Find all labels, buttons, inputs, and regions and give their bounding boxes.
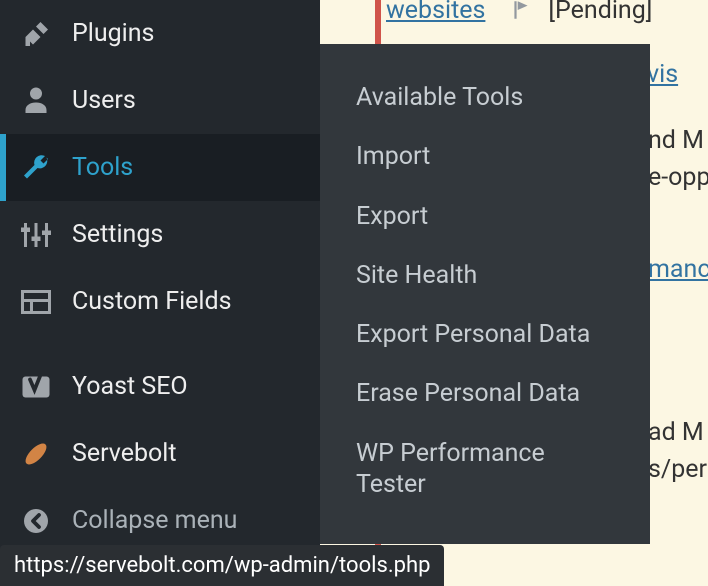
- browser-status-bar: https://servebolt.com/wp-admin/tools.php: [0, 545, 444, 586]
- user-icon: [18, 83, 54, 119]
- submenu-item-available-tools[interactable]: Available Tools: [320, 68, 650, 127]
- sidebar-item-label: Settings: [72, 220, 163, 249]
- wrench-icon: [18, 150, 54, 186]
- sidebar-item-label: Yoast SEO: [72, 372, 188, 401]
- submenu-item-site-health[interactable]: Site Health: [320, 246, 650, 305]
- websites-link[interactable]: websites: [386, 0, 485, 25]
- content-fragment: websites [Pending]: [386, 0, 652, 25]
- submenu-item-erase-personal-data[interactable]: Erase Personal Data: [320, 364, 650, 423]
- status-bar-url: https://servebolt.com/wp-admin/tools.php: [14, 553, 430, 578]
- sidebar-item-label: Plugins: [72, 19, 154, 48]
- flag-icon: [504, 0, 538, 25]
- layout-grid-icon: [18, 284, 54, 320]
- sidebar-item-collapse[interactable]: Collapse menu: [0, 487, 320, 554]
- sidebar-item-users[interactable]: Users: [0, 67, 320, 134]
- sidebar-item-label: Tools: [72, 153, 133, 182]
- tools-submenu: Available Tools Import Export Site Healt…: [320, 44, 650, 544]
- plug-icon: [18, 16, 54, 52]
- submenu-item-export[interactable]: Export: [320, 187, 650, 246]
- submenu-item-wp-performance-tester[interactable]: WP Performance Tester: [320, 424, 650, 515]
- sidebar-item-label: Custom Fields: [72, 287, 232, 316]
- sidebar-item-settings[interactable]: Settings: [0, 201, 320, 268]
- sidebar-item-label: Users: [72, 86, 136, 115]
- content-fragment: nd M: [648, 126, 704, 155]
- content-fragment: vis: [647, 60, 678, 89]
- sidebar-item-yoast-seo[interactable]: Yoast SEO: [0, 353, 320, 420]
- yoast-icon: [18, 369, 54, 405]
- sidebar-item-label: Servebolt: [72, 439, 177, 468]
- admin-sidebar: Plugins Users Tools Settings: [0, 0, 320, 586]
- sidebar-item-tools[interactable]: Tools: [0, 134, 320, 201]
- link-mance[interactable]: mance: [648, 255, 708, 284]
- content-fragment: s/per: [648, 455, 707, 484]
- submenu-item-import[interactable]: Import: [320, 127, 650, 186]
- content-fragment: mance: [648, 255, 708, 284]
- sliders-icon: [18, 217, 54, 253]
- sidebar-item-custom-fields[interactable]: Custom Fields: [0, 268, 320, 335]
- link-vis[interactable]: vis: [647, 60, 678, 89]
- pending-label: [Pending]: [548, 0, 652, 25]
- content-fragment: e-opp: [648, 163, 708, 192]
- sidebar-separator: [0, 335, 320, 353]
- servebolt-icon: [18, 436, 54, 472]
- sidebar-item-plugins[interactable]: Plugins: [0, 0, 320, 67]
- sidebar-item-label: Collapse menu: [72, 506, 237, 535]
- collapse-arrow-icon: [18, 503, 54, 539]
- sidebar-item-servebolt[interactable]: Servebolt: [0, 420, 320, 487]
- content-fragment: ad M: [648, 418, 704, 447]
- submenu-item-export-personal-data[interactable]: Export Personal Data: [320, 305, 650, 364]
